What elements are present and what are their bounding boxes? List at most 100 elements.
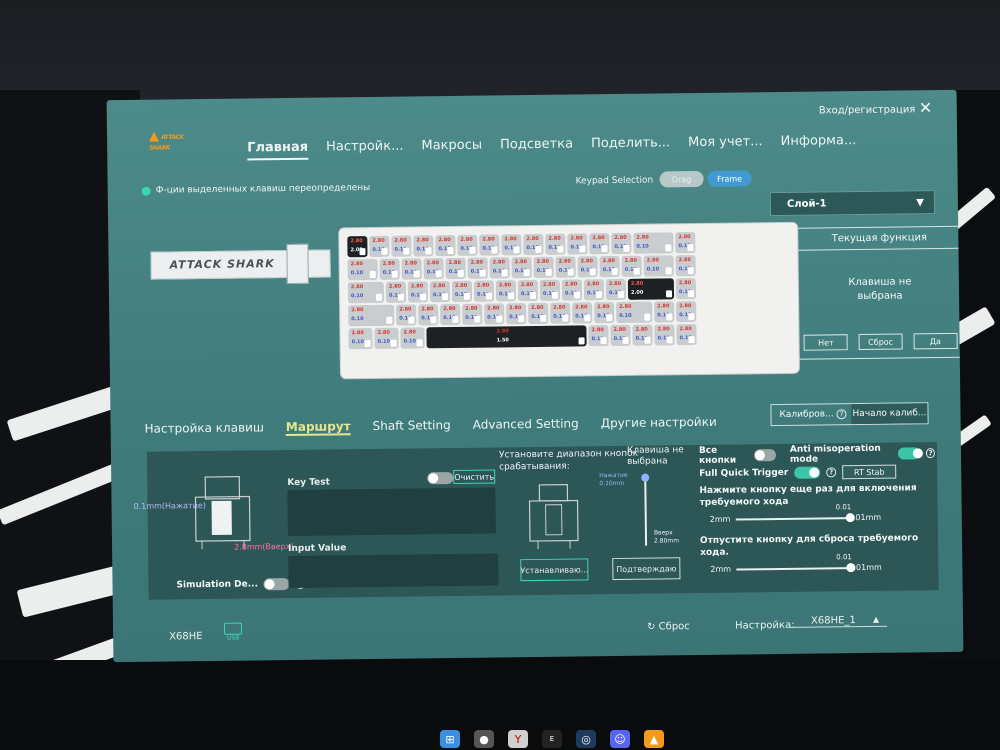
keyboard-key[interactable]: 2.80 0.10	[413, 235, 434, 257]
help-icon[interactable]: ?	[836, 409, 847, 420]
keyboard-key[interactable]: 2.80 0.10	[423, 258, 444, 280]
keyboard-key[interactable]: 2.80 0.10	[676, 301, 697, 323]
keyboard-key[interactable]: 2.80 0.10	[583, 279, 605, 301]
no-button[interactable]: Нет	[803, 334, 849, 351]
login-link[interactable]: Вход/регистрация	[819, 104, 916, 116]
clear-button[interactable]: Очистить	[453, 469, 496, 485]
travel-slider[interactable]	[644, 475, 648, 546]
key-test-area[interactable]	[287, 487, 496, 537]
keyboard-key[interactable]: 2.80 0.10	[445, 257, 466, 280]
confirm-button[interactable]: Подтверждаю	[612, 557, 681, 581]
keyboard-key[interactable]: 2.80 0.10	[347, 281, 385, 304]
chevron-up-icon[interactable]: ▲	[873, 615, 879, 624]
keyboard-key[interactable]: 2.80 0.10	[616, 301, 653, 324]
keyboard-key[interactable]: 2.80 0.10	[489, 257, 510, 279]
keyboard-key[interactable]: 2.80 0.10	[369, 235, 390, 258]
epic-icon[interactable]: E	[542, 730, 562, 748]
keyboard-key[interactable]: 2.80 0.10	[440, 303, 461, 326]
simulation-toggle[interactable]	[263, 578, 291, 591]
keyboard-key[interactable]: 2.80 0.10	[400, 327, 425, 349]
start-calibration-button[interactable]: Начало калиб...	[851, 403, 928, 425]
keyboard-key[interactable]: 2.80 0.10	[484, 303, 505, 325]
nav-macros[interactable]: Макросы	[421, 138, 482, 159]
keyboard-key[interactable]: 2.80 0.10	[643, 255, 674, 277]
keyboard-key[interactable]: 2.80 0.10	[523, 233, 544, 256]
help-icon[interactable]: ?	[826, 467, 837, 478]
keyboard-key[interactable]: 2.80 0.10	[348, 327, 373, 350]
keyboard-key[interactable]: 2.80 0.10	[379, 258, 400, 280]
discord-icon[interactable]: ☺	[610, 730, 630, 748]
tab-other-settings[interactable]: Другие настройки	[601, 415, 717, 432]
nav-lighting[interactable]: Подсветка	[500, 137, 573, 158]
app-icon[interactable]: ▲	[644, 730, 664, 748]
chrome-icon[interactable]: ●	[474, 730, 494, 748]
keyboard-key[interactable]: 2.80 0.10	[418, 304, 439, 326]
keyboard-key[interactable]: 2.80 0.10	[621, 255, 642, 277]
press-travel-slider[interactable]: 0.01 2mm 0.01mm	[700, 503, 936, 529]
keyboard-key[interactable]: 2.80 0.10	[610, 324, 631, 347]
keyboard-key[interactable]: 2.80 0.10	[589, 233, 610, 255]
keyboard-key[interactable]: 2.80 0.10	[577, 256, 598, 278]
keyboard-key[interactable]: 2.80 0.10	[611, 232, 632, 255]
keyboard-key[interactable]: 2.80 0.10	[501, 234, 522, 256]
keyboard-key[interactable]: 2.80 0.10	[473, 280, 495, 302]
anti-misoperation-toggle[interactable]	[898, 447, 921, 460]
tab-advanced-setting[interactable]: Advanced Setting	[473, 416, 579, 433]
keyboard-key[interactable]: 2.80 0.10	[462, 303, 483, 325]
nav-share[interactable]: Поделить...	[591, 135, 670, 156]
slider-track[interactable]	[736, 567, 851, 571]
keyboard-key[interactable]: 2.80 0.10	[467, 257, 488, 279]
keyboard-key[interactable]: 2.80 0.10	[567, 233, 588, 255]
frame-button[interactable]: Frame	[707, 170, 752, 187]
keyboard-key[interactable]: 2.80 2.00	[347, 236, 368, 258]
tab-route[interactable]: Маршрут	[285, 419, 351, 437]
keyboard-key[interactable]: 2.80 0.10	[396, 304, 417, 326]
keyboard-key[interactable]: 2.80 0.10	[675, 255, 696, 277]
keyboard-key[interactable]: 2.80 0.10	[429, 281, 451, 303]
all-keys-toggle[interactable]	[754, 449, 777, 462]
keyboard-key[interactable]: 2.80 0.10	[599, 255, 620, 278]
reset-button[interactable]: Сброс	[858, 333, 903, 351]
keyboard-key[interactable]: 2.80 0.10	[528, 302, 549, 325]
keyboard-key[interactable]: 2.80 2.00	[627, 278, 675, 300]
keyboard-key[interactable]: 2.80 0.10	[676, 324, 697, 346]
rt-stab-button[interactable]: RT Stab	[842, 464, 897, 480]
keyboard-key[interactable]: 2.80 0.10	[511, 257, 532, 279]
tab-key-settings[interactable]: Настройка клавиш	[145, 420, 264, 437]
keyboard-key[interactable]: 2.80 0.10	[633, 232, 674, 254]
full-quick-trigger-toggle[interactable]	[794, 466, 821, 479]
key-test-toggle[interactable]	[427, 472, 454, 485]
keyboard-key[interactable]: 2.80 0.10	[654, 301, 675, 323]
keyboard-key[interactable]: 2.80 0.10	[347, 258, 378, 281]
keyboard-key[interactable]: 2.80 0.10	[391, 235, 412, 257]
keyboard-key[interactable]: 2.80 0.10	[605, 278, 627, 301]
keyboard-key[interactable]: 2.80 0.10	[675, 232, 696, 254]
keyboard-key[interactable]: 2.80 0.10	[539, 279, 561, 301]
keyboard-key[interactable]: 2.80 0.10	[517, 279, 539, 302]
keyboard-key[interactable]: 2.80 0.10	[675, 278, 697, 300]
layer-select[interactable]: Слой-1 ▼	[769, 190, 936, 217]
footer-reset-button[interactable]: ↻ Сброс	[647, 621, 690, 633]
steam-icon[interactable]: ◎	[576, 730, 596, 748]
keyboard-key[interactable]: 2.80 0.10	[407, 281, 429, 303]
keyboard-key[interactable]: 2.80 0.10	[632, 324, 653, 346]
keyboard-key[interactable]: 2.80 0.10	[654, 324, 675, 346]
tab-shaft-setting[interactable]: Shaft Setting	[373, 418, 451, 435]
keyboard-key[interactable]: 2.80 0.10	[385, 281, 407, 303]
keyboard-key[interactable]: 2.80 0.10	[506, 303, 527, 325]
keyboard-key[interactable]: 2.80 0.10	[348, 304, 395, 327]
windows-icon[interactable]: ⊞	[440, 730, 460, 748]
keyboard-key[interactable]: 2.80 0.10	[550, 302, 571, 324]
nav-home[interactable]: Главная	[247, 139, 309, 161]
keyboard-key[interactable]: 2.80 0.10	[561, 279, 583, 301]
drag-button[interactable]: Drag	[659, 170, 704, 188]
keyboard-key[interactable]: 2.80 0.10	[495, 280, 517, 302]
keyboard-key[interactable]: 2.80 0.10	[451, 280, 473, 303]
keyboard-key[interactable]: 2.80 0.10	[435, 234, 456, 257]
nav-info[interactable]: Информа...	[780, 133, 856, 154]
keyboard-key[interactable]: 2.80 0.10	[572, 302, 593, 324]
input-value-field[interactable]	[288, 553, 499, 589]
keyboard-key[interactable]: 2.80 0.10	[588, 325, 609, 347]
keyboard-key[interactable]: 2.80 0.10	[374, 327, 399, 349]
nav-account[interactable]: Моя учет...	[688, 134, 763, 155]
